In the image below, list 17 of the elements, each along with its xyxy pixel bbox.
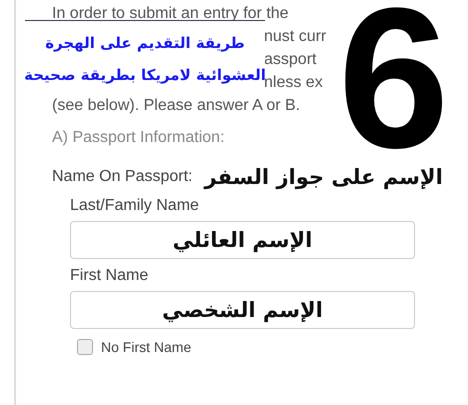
section-heading: A) Passport Information: [52, 129, 226, 147]
checkbox-label: No First Name [101, 339, 192, 355]
checkbox[interactable] [77, 339, 93, 355]
paragraph-text: nless ex [264, 74, 323, 91]
input-field[interactable]: الإسم العائلي [70, 221, 415, 259]
field-label: Name On Passport: [52, 168, 192, 186]
paragraph-text: (see below). Please answer A or B. [52, 97, 300, 114]
annotation-text: الإسم على جواز السفر [204, 165, 443, 189]
overlay-title: طريقة التقديم على الهجرة [45, 33, 245, 54]
step-number: 6 [338, 4, 450, 154]
field-label: First Name [70, 267, 150, 285]
overlay-title: العشوائية لامريكا بطريقة صحيحة [24, 66, 266, 84]
field-label: Last/Family Name [70, 197, 200, 215]
paragraph-text: assport [264, 51, 316, 68]
paragraph-text: In order to submit an entry for the [52, 5, 289, 22]
input-field[interactable]: الإسم الشخصي [70, 291, 415, 329]
paragraph-text: nust curr [264, 28, 326, 45]
